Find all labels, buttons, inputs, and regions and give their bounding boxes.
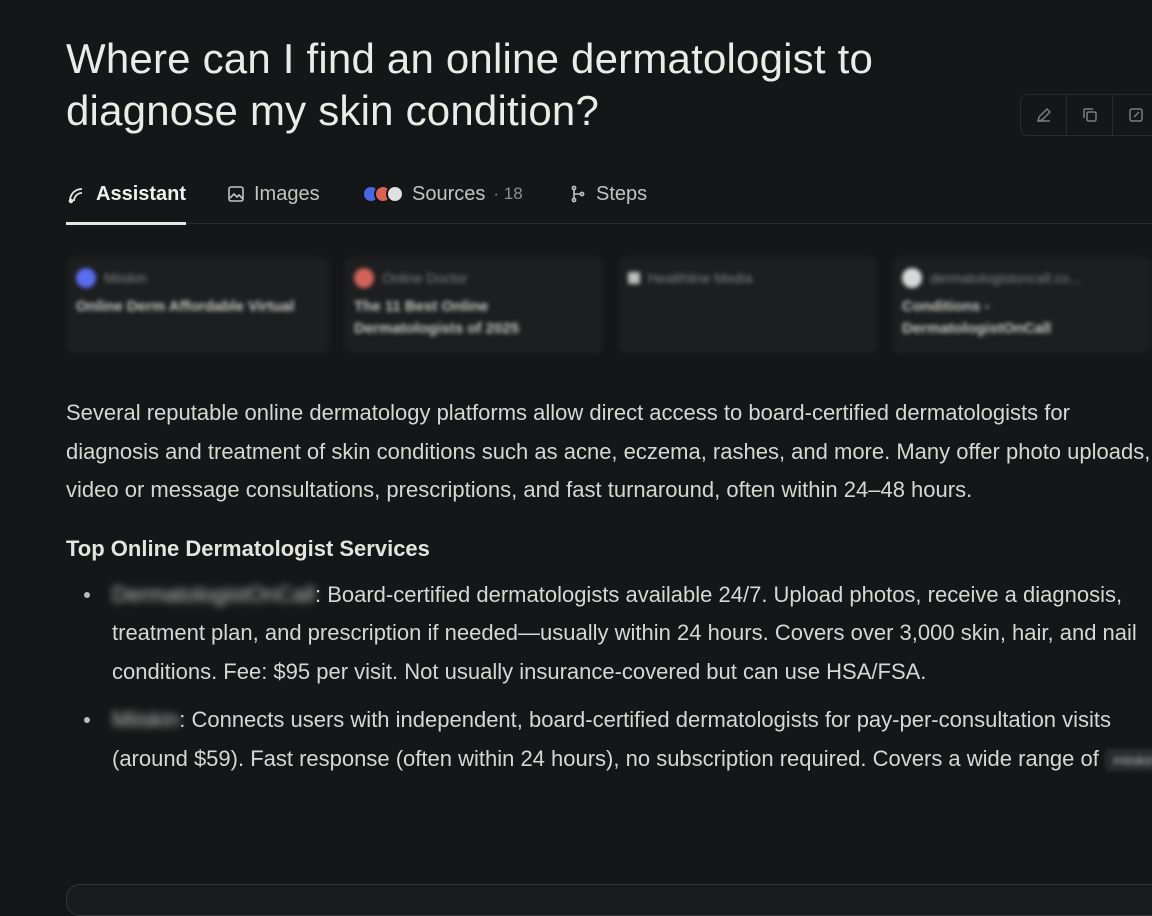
- title-toolbar: [1020, 94, 1152, 136]
- tab-label: Sources: [412, 182, 486, 205]
- service-description: : Connects users with independent, board…: [112, 707, 1112, 771]
- source-cards: Miiskin Online Derm Affordable Virtual O…: [66, 256, 1152, 354]
- source-favicons: [362, 185, 404, 203]
- copy-button[interactable]: [1067, 95, 1113, 135]
- external-icon: [1129, 108, 1143, 122]
- card-source: Online Doctor: [354, 268, 594, 288]
- site-favicon: [628, 272, 640, 284]
- card-source: dermatologistoncall.co...: [902, 268, 1142, 288]
- sources-count: · 18: [493, 184, 523, 203]
- service-name[interactable]: Miiskin: [112, 707, 179, 732]
- card-source: Healthline Media: [628, 268, 868, 288]
- services-list: DermatologistOnCall: Board-certified der…: [66, 576, 1152, 779]
- site-favicon: [76, 268, 96, 288]
- image-icon: [228, 186, 244, 202]
- card-title: Conditions - DermatologistOnCall: [902, 298, 1052, 337]
- service-name[interactable]: DermatologistOnCall: [112, 582, 315, 607]
- tab-label: Images: [254, 182, 320, 205]
- result-tabs: Assistant Images Sources · 18 Steps: [66, 164, 1152, 225]
- source-card[interactable]: dermatologistoncall.co... Conditions - D…: [892, 256, 1152, 354]
- steps-icon: [571, 185, 585, 203]
- site-favicon: [902, 268, 922, 288]
- source-name: Healthline Media: [648, 270, 753, 286]
- card-title: Online Derm Affordable Virtual: [76, 298, 295, 315]
- assistant-icon: [68, 188, 83, 204]
- citation-chip[interactable]: miiskin: [1105, 748, 1152, 771]
- source-card[interactable]: Online Doctor The 11 Best Online Dermato…: [344, 256, 604, 354]
- source-name: dermatologistoncall.co...: [930, 270, 1081, 286]
- tab-sources[interactable]: Sources · 18: [362, 164, 523, 224]
- tab-label: Steps: [596, 182, 648, 205]
- tab-assistant[interactable]: Assistant: [66, 164, 187, 225]
- list-item: Miiskin: Connects users with independent…: [66, 701, 1152, 778]
- source-name: Miiskin: [104, 270, 147, 286]
- source-name: Online Doctor: [382, 270, 468, 286]
- copy-icon: [1082, 108, 1097, 122]
- tab-steps[interactable]: Steps: [568, 164, 647, 224]
- source-card[interactable]: Miiskin Online Derm Affordable Virtual: [66, 256, 330, 354]
- favicon: [386, 185, 404, 203]
- tab-images[interactable]: Images: [226, 164, 320, 224]
- answer-body: Several reputable online dermatology pla…: [66, 394, 1152, 788]
- follow-up-input-bar[interactable]: [66, 884, 1152, 916]
- answer-intro: Several reputable online dermatology pla…: [66, 400, 1151, 502]
- source-card[interactable]: Healthline Media: [618, 256, 878, 354]
- list-item: DermatologistOnCall: Board-certified der…: [66, 576, 1152, 692]
- section-heading: Top Online Dermatologist Services: [66, 535, 430, 561]
- card-title: The 11 Best Online Dermatologists of 202…: [354, 298, 520, 337]
- card-source: Miiskin: [76, 268, 320, 288]
- tab-label: Assistant: [96, 182, 187, 205]
- page-title: Where can I find an online dermatologist…: [66, 35, 874, 134]
- open-button[interactable]: [1113, 95, 1152, 135]
- edit-button[interactable]: [1021, 95, 1067, 135]
- pencil-icon: [1036, 107, 1051, 123]
- site-favicon: [354, 268, 374, 288]
